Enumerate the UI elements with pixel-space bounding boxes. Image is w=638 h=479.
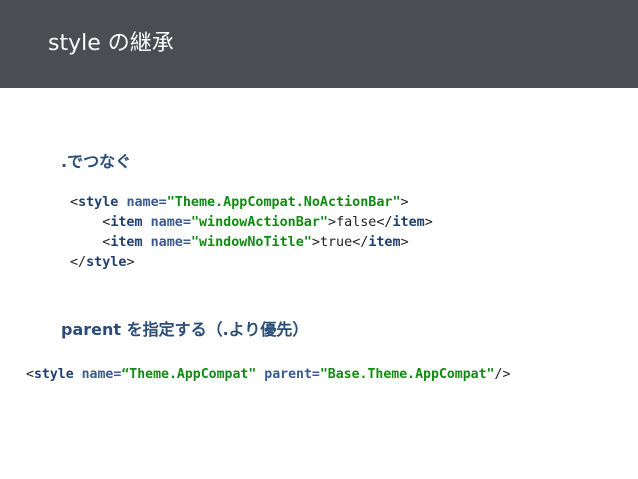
code-line-3: <item name="windowNoTitle">true</item> — [102, 235, 409, 250]
section-heading-dot-chain: .でつなぐ — [61, 152, 132, 171]
code-block-dot-chain: <style name="Theme.AppCompat.NoActionBar… — [70, 193, 433, 273]
code-line-1: <style name="Theme.AppCompat.NoActionBar… — [70, 195, 409, 210]
code-line-4: </style> — [70, 255, 135, 270]
slide-title: style の継承 — [48, 31, 174, 56]
code-block-parent: <style name=“Theme.AppCompat" parent="Ba… — [26, 367, 511, 382]
section-heading-parent: parent を指定する（.より優先） — [61, 320, 309, 339]
code-line-2: <item name="windowActionBar">false</item… — [102, 215, 433, 230]
